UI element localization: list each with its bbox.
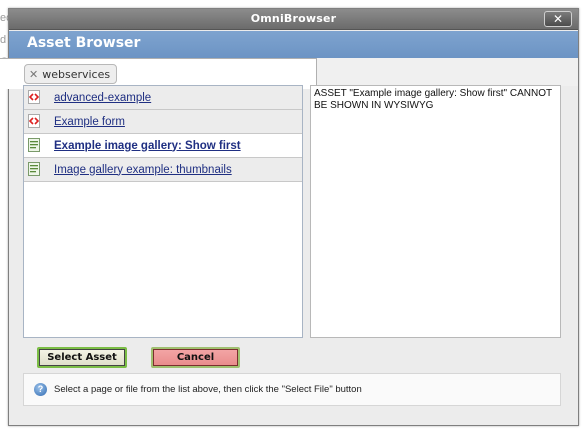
background-text: d — [0, 34, 7, 46]
remove-filter-icon[interactable]: ✕ — [29, 68, 38, 81]
asset-link[interactable]: advanced-example — [54, 92, 151, 104]
cancel-button[interactable]: Cancel — [151, 347, 240, 368]
page-icon — [28, 162, 40, 176]
asset-preview: ASSET "Example image gallery: Show first… — [310, 85, 561, 338]
dialog-header: Asset Browser — [9, 31, 578, 58]
list-item[interactable]: advanced-example — [24, 86, 302, 110]
xml-file-icon — [28, 114, 40, 128]
filter-tag-webservices[interactable]: ✕ webservices — [24, 64, 118, 84]
help-hint: ? Select a page or file from the list ab… — [23, 373, 561, 406]
title-bar[interactable]: OmniBrowser ✕ — [9, 9, 578, 30]
list-item-selected[interactable]: Example image gallery: Show first — [24, 134, 302, 158]
xml-file-icon — [28, 90, 40, 104]
asset-link[interactable]: Example form — [54, 116, 125, 128]
close-icon: ✕ — [552, 12, 564, 26]
breadcrumb-bar: ✕ webservices — [0, 58, 578, 89]
list-item[interactable]: Example form — [24, 110, 302, 134]
close-button[interactable]: ✕ — [544, 11, 572, 27]
preview-message: ASSET "Example image gallery: Show first… — [314, 88, 552, 111]
help-icon: ? — [34, 383, 47, 396]
filter-tag-label: webservices — [42, 67, 111, 81]
help-text: Select a page or file from the list abov… — [54, 384, 362, 395]
window-title: OmniBrowser — [250, 12, 337, 25]
asset-link[interactable]: Image gallery example: thumbnails — [54, 164, 232, 176]
select-asset-button[interactable]: Select Asset — [37, 347, 127, 368]
asset-list: advanced-example Example form Example im… — [23, 85, 303, 338]
list-item[interactable]: Image gallery example: thumbnails — [24, 158, 302, 182]
asset-link[interactable]: Example image gallery: Show first — [54, 140, 241, 152]
page-title: Asset Browser — [27, 35, 141, 51]
page-icon — [28, 138, 40, 152]
omnibrowser-dialog: OmniBrowser ✕ Asset Browser ✕ webservice… — [0, 8, 579, 426]
